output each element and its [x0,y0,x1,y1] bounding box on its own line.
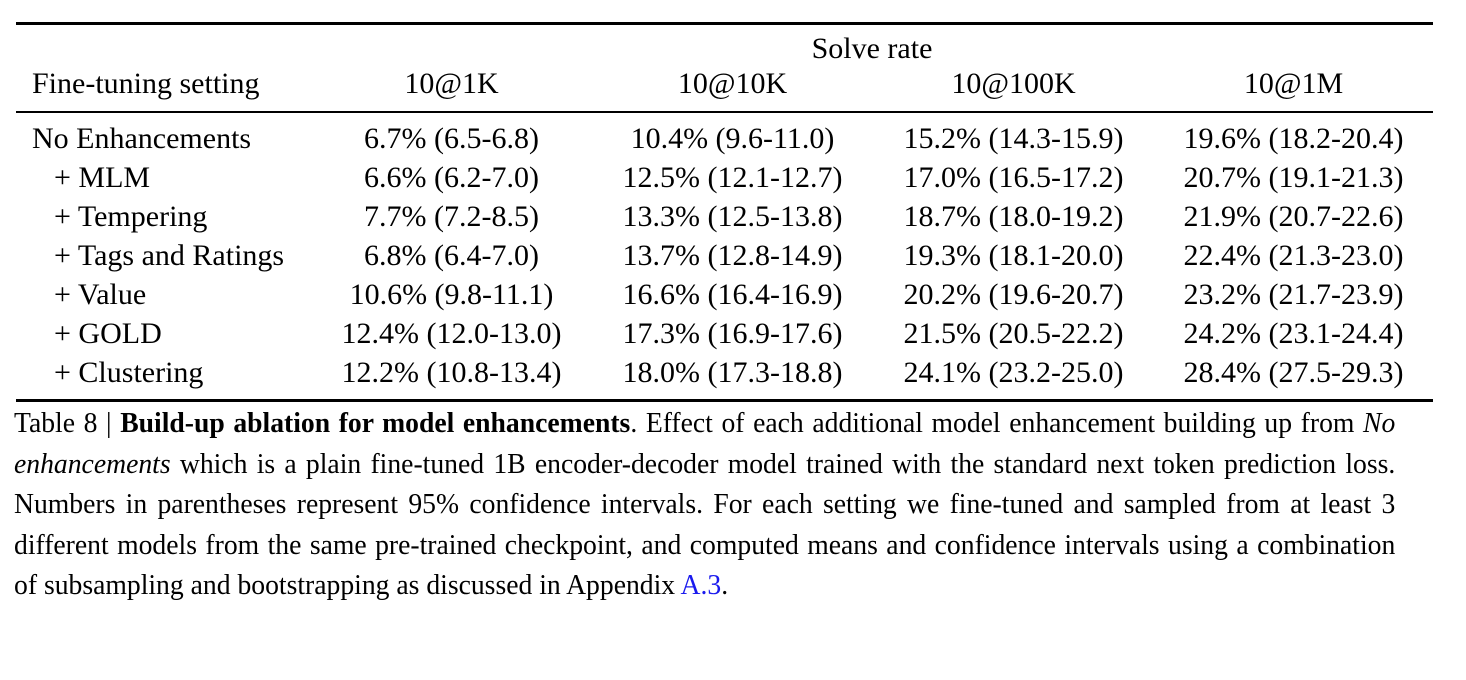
table-footer [16,399,1433,403]
cell-10at10k: 17.3% (16.9-17.6) [622,317,843,350]
row-setting-label: + MLM [54,161,151,194]
cell-10at100k: 20.2% (19.6-20.7) [903,278,1124,311]
caption-body-end: . [721,570,729,601]
cell-10at10k: 13.3% (12.5-13.8) [622,200,843,233]
cell-10at10k: 18.0% (17.3-18.8) [622,356,843,389]
solve-rate-table-container: Solve rate Fine-tuning setting 10@1K 10@… [16,22,1433,403]
table-group-header-row: Solve rate [16,25,1433,67]
table-figure-page: Solve rate Fine-tuning setting 10@1K 10@… [0,0,1466,680]
column-header-setting: Fine-tuning setting [32,67,260,100]
group-header-spacer [16,25,311,67]
cell-10at100k: 18.7% (18.0-19.2) [903,200,1124,233]
solve-rate-table: Solve rate Fine-tuning setting 10@1K 10@… [16,22,1433,403]
table-row: + GOLD 12.4% (12.0-13.0) 17.3% (16.9-17.… [16,315,1433,354]
column-header-10at10k: 10@10K [677,67,788,100]
cell-10at100k: 24.1% (23.2-25.0) [903,356,1124,389]
cell-10at1m: 20.7% (19.1-21.3) [1183,161,1404,194]
table-row: + Value 10.6% (9.8-11.1) 16.6% (16.4-16.… [16,276,1433,315]
cell-10at100k: 21.5% (20.5-22.2) [903,317,1124,350]
caption-label: Table 8 | [14,408,121,439]
cell-10at10k: 12.5% (12.1-12.7) [622,161,843,194]
table-bottom-rule [16,399,1433,403]
table-row: + Clustering 12.2% (10.8-13.4) 18.0% (17… [16,354,1433,401]
cell-10at10k: 10.4% (9.6-11.0) [630,122,835,155]
table-row: No Enhancements 6.7% (6.5-6.8) 10.4% (9.… [16,113,1433,159]
cell-10at1m: 21.9% (20.7-22.6) [1183,200,1404,233]
group-header-solve-rate: Solve rate [811,32,933,65]
cell-10at1k: 12.4% (12.0-13.0) [341,317,562,350]
caption-title: Build-up ablation for model enhancements [120,408,631,439]
cell-10at1m: 23.2% (21.7-23.9) [1183,278,1404,311]
table-caption: Table 8 | Build-up ablation for model en… [14,404,1395,607]
table-column-header-row: Fine-tuning setting 10@1K 10@10K 10@100K… [16,67,1433,112]
cell-10at1m: 19.6% (18.2-20.4) [1183,122,1404,155]
row-setting-label: + Value [54,278,147,311]
cell-10at100k: 19.3% (18.1-20.0) [903,239,1124,272]
cell-10at1m: 22.4% (21.3-23.0) [1183,239,1404,272]
cell-10at1k: 6.7% (6.5-6.8) [364,122,539,155]
cell-10at1k: 6.8% (6.4-7.0) [364,239,539,272]
caption-after-title: . Effect of each additional model enhanc… [630,408,1364,439]
caption-appendix-link[interactable]: A.3 [681,570,722,601]
cell-10at10k: 13.7% (12.8-14.9) [622,239,843,272]
table-row: + Tags and Ratings 6.8% (6.4-7.0) 13.7% … [16,237,1433,276]
row-setting-label: + GOLD [54,317,162,350]
cell-10at1k: 12.2% (10.8-13.4) [341,356,562,389]
cell-10at100k: 17.0% (16.5-17.2) [903,161,1124,194]
column-header-10at1k: 10@1K [404,67,499,100]
cell-10at100k: 15.2% (14.3-15.9) [903,122,1124,155]
column-header-10at100k: 10@100K [951,67,1076,100]
table-body: No Enhancements 6.7% (6.5-6.8) 10.4% (9.… [16,113,1433,401]
row-setting-label: No Enhancements [32,122,252,155]
column-header-10at1m: 10@1M [1243,67,1344,100]
table-header: Solve rate Fine-tuning setting 10@1K 10@… [16,22,1433,114]
cell-10at1m: 24.2% (23.1-24.4) [1183,317,1404,350]
row-setting-label: + Tags and Ratings [54,239,285,272]
cell-10at10k: 16.6% (16.4-16.9) [622,278,843,311]
row-setting-label: + Tempering [54,200,208,233]
row-setting-label: + Clustering [54,356,204,389]
table-row: + MLM 6.6% (6.2-7.0) 12.5% (12.1-12.7) 1… [16,159,1433,198]
cell-10at1k: 6.6% (6.2-7.0) [364,161,539,194]
cell-10at1k: 10.6% (9.8-11.1) [349,278,554,311]
cell-10at1m: 28.4% (27.5-29.3) [1183,356,1404,389]
table-row: + Tempering 7.7% (7.2-8.5) 13.3% (12.5-1… [16,198,1433,237]
cell-10at1k: 7.7% (7.2-8.5) [364,200,539,233]
